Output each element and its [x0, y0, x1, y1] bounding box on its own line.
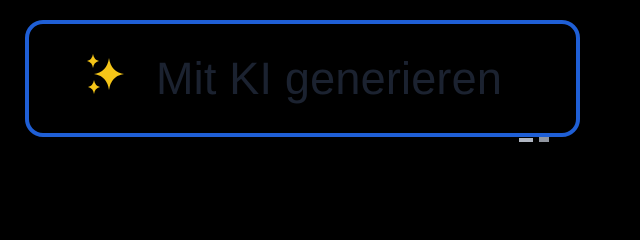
canvas: Mit KI generieren	[0, 0, 640, 234]
generate-with-ai-button[interactable]: Mit KI generieren	[25, 20, 580, 137]
decorative-artifact	[519, 137, 549, 142]
sparkles-icon	[81, 50, 131, 100]
generate-button-label: Mit KI generieren	[156, 53, 503, 104]
